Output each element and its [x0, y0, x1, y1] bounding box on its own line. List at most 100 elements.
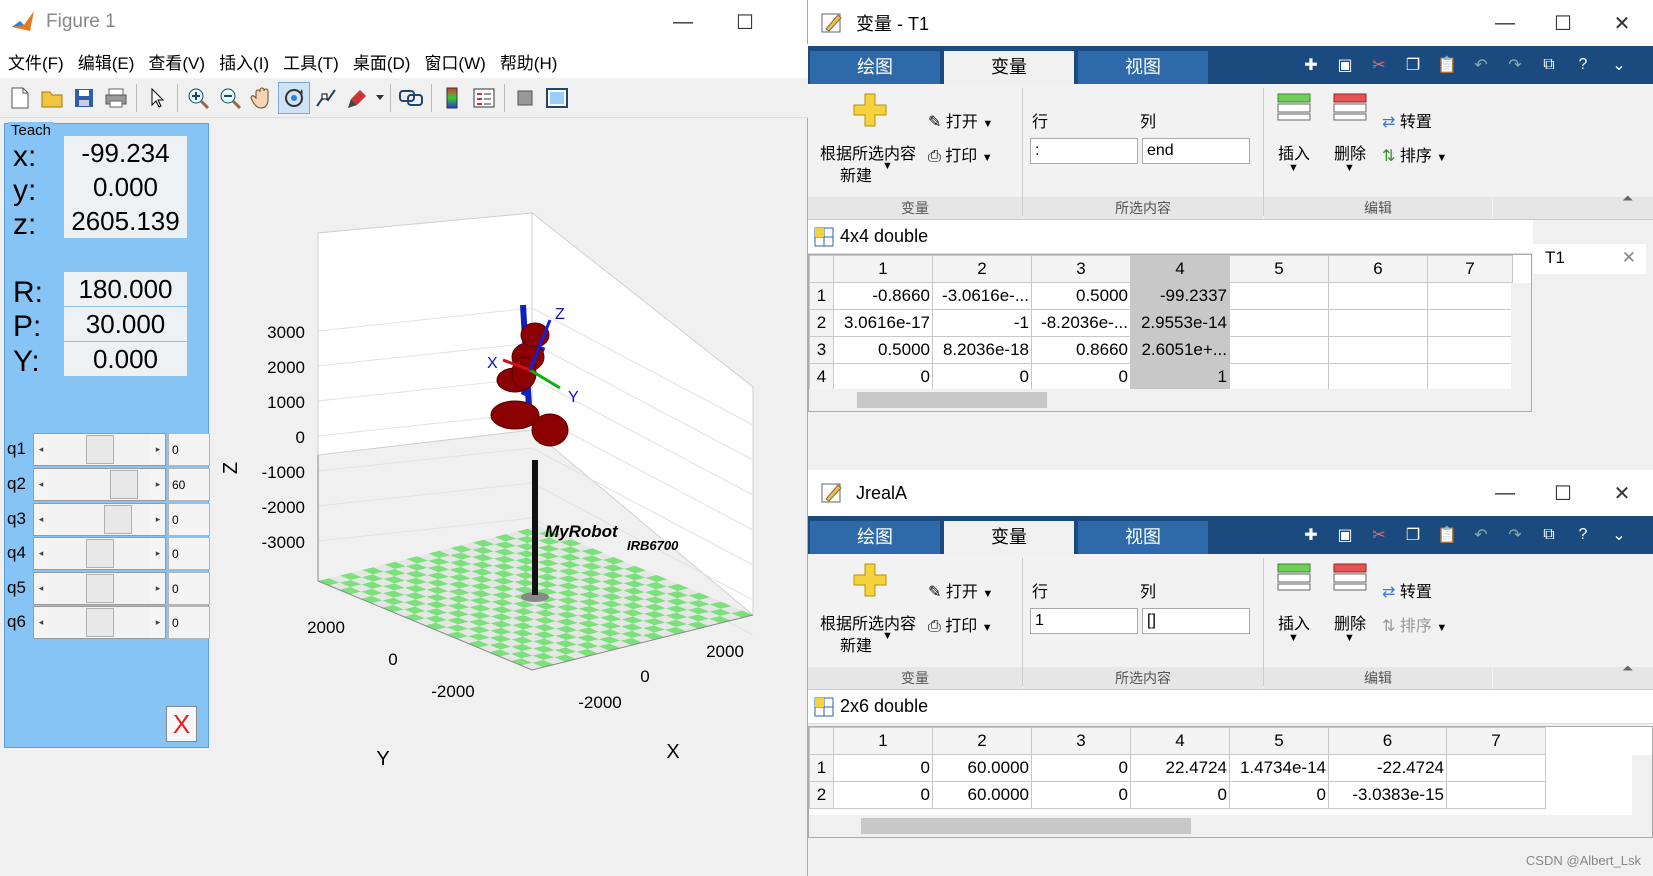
- quick-save-icon[interactable]: ▣: [1330, 50, 1360, 80]
- help-icon[interactable]: ?: [1568, 50, 1598, 80]
- grid-cell[interactable]: [1229, 363, 1329, 391]
- quick-paste-icon[interactable]: 📋: [1432, 520, 1462, 550]
- grid-corner[interactable]: [809, 255, 834, 283]
- rotate-3d-button[interactable]: [278, 81, 310, 114]
- zoom-out-button[interactable]: [214, 82, 246, 114]
- grid-cell[interactable]: 1: [1130, 363, 1230, 391]
- help-icon[interactable]: ?: [1568, 520, 1598, 550]
- edit-plot-button[interactable]: [141, 82, 173, 114]
- tab-plots[interactable]: 绘图: [810, 51, 940, 84]
- tab-view[interactable]: 视图: [1078, 521, 1208, 554]
- joint-slider-q5[interactable]: ◂ ▸: [33, 572, 166, 605]
- row-header[interactable]: 3: [809, 336, 834, 364]
- grid-cell[interactable]: 0: [932, 363, 1032, 391]
- insert-button[interactable]: 插入: [1278, 140, 1310, 164]
- save-figure-button[interactable]: [68, 82, 100, 114]
- editor1-minimize-button[interactable]: —: [1476, 0, 1534, 46]
- brush-button[interactable]: [342, 82, 374, 114]
- grid-cell[interactable]: [1229, 282, 1329, 310]
- transpose-button[interactable]: ⇄ 转置: [1382, 578, 1432, 602]
- row-header[interactable]: 1: [809, 282, 834, 310]
- scrollbar-thumb[interactable]: [861, 818, 1191, 834]
- grid-cell[interactable]: [1328, 309, 1428, 337]
- insert-colorbar-button[interactable]: [436, 82, 468, 114]
- grid-cell[interactable]: 2.9553e-14: [1130, 309, 1230, 337]
- grid-cell[interactable]: [1427, 282, 1513, 310]
- grid-cell[interactable]: 0.5000: [833, 336, 933, 364]
- maximize-button[interactable]: ☐: [720, 0, 770, 44]
- joint-slider-q2[interactable]: ◂ ▸: [33, 468, 166, 501]
- grid-cell[interactable]: -3.0616e-...: [932, 282, 1032, 310]
- open-button[interactable]: ✎ 打开 ▼: [928, 578, 993, 602]
- quick-new-icon[interactable]: ✚: [1296, 50, 1326, 80]
- grid-cell[interactable]: [1328, 282, 1428, 310]
- column-header[interactable]: 5: [1229, 255, 1329, 283]
- menu-tools[interactable]: 工具(T): [283, 49, 339, 74]
- grid-cell[interactable]: 0.5000: [1031, 282, 1131, 310]
- row-header[interactable]: 2: [809, 309, 834, 337]
- grid-cell[interactable]: -22.4724: [1328, 754, 1447, 782]
- menu-desktop[interactable]: 桌面(D): [353, 49, 411, 74]
- slider-right-arrow-icon[interactable]: ▸: [151, 434, 165, 465]
- quick-switch-windows-icon[interactable]: ⧉: [1534, 520, 1564, 550]
- quick-redo-icon[interactable]: ↷: [1500, 520, 1530, 550]
- column-header[interactable]: 2: [932, 255, 1032, 283]
- quick-save-icon[interactable]: ▣: [1330, 520, 1360, 550]
- chevron-down-icon[interactable]: ▼: [1344, 162, 1355, 174]
- column-header[interactable]: 6: [1328, 255, 1428, 283]
- grid-cell[interactable]: [1328, 363, 1428, 391]
- print-figure-button[interactable]: [100, 82, 132, 114]
- robot-3d-plot[interactable]: 3000200010000-1000-2000-3000 20000-2000 …: [215, 125, 805, 795]
- slider-right-arrow-icon[interactable]: ▸: [151, 469, 165, 500]
- editor1-maximize-button[interactable]: ☐: [1534, 0, 1592, 46]
- pan-button[interactable]: [246, 82, 278, 114]
- quick-cut-icon[interactable]: ✂: [1364, 50, 1394, 80]
- editor1-close-button[interactable]: ✕: [1593, 0, 1651, 46]
- show-plot-tools-button[interactable]: [541, 82, 573, 114]
- joint-slider-q1[interactable]: ◂ ▸: [33, 433, 166, 466]
- open-button[interactable]: ✎ 打开 ▼: [928, 108, 993, 132]
- chevron-down-icon[interactable]: ▼: [882, 630, 893, 642]
- quick-new-icon[interactable]: ✚: [1296, 520, 1326, 550]
- chevron-down-icon[interactable]: ▼: [1344, 632, 1355, 644]
- editor2-minimize-button[interactable]: —: [1476, 470, 1534, 516]
- tab-variable[interactable]: 变量: [944, 51, 1074, 86]
- grid-cell[interactable]: -1: [932, 309, 1032, 337]
- slider-right-arrow-icon[interactable]: ▸: [151, 573, 165, 604]
- grid-cell[interactable]: 0: [1130, 781, 1230, 809]
- quick-copy-icon[interactable]: ❐: [1398, 50, 1428, 80]
- joint-value-field[interactable]: 60: [168, 468, 210, 501]
- grid-cell[interactable]: -99.2337: [1130, 282, 1230, 310]
- delete-button[interactable]: 删除: [1334, 140, 1366, 164]
- joint-slider-q3[interactable]: ◂ ▸: [33, 503, 166, 536]
- new-from-selection-label[interactable]: 根据所选内容: [820, 610, 916, 634]
- grid-cell[interactable]: [1328, 336, 1428, 364]
- grid-cell[interactable]: 2.6051e+...: [1130, 336, 1230, 364]
- collapse-ribbon-icon[interactable]: ⏶: [1622, 190, 1633, 207]
- editor2-maximize-button[interactable]: ☐: [1534, 470, 1592, 516]
- slider-thumb[interactable]: [85, 539, 114, 568]
- new-button[interactable]: 新建: [840, 632, 872, 656]
- row-selection-input[interactable]: :: [1030, 138, 1138, 164]
- column-header[interactable]: 1: [833, 255, 933, 283]
- grid-cell[interactable]: 0: [833, 363, 933, 391]
- grid-cell[interactable]: -0.8660: [833, 282, 933, 310]
- grid-cell[interactable]: 0: [1031, 781, 1131, 809]
- insert-button[interactable]: 插入: [1278, 610, 1310, 634]
- menu-edit[interactable]: 编辑(E): [78, 49, 135, 74]
- grid-corner[interactable]: [809, 727, 834, 755]
- close-icon[interactable]: ✕: [1622, 248, 1636, 268]
- column-selection-input[interactable]: []: [1142, 608, 1250, 634]
- t1-doc-tab[interactable]: T1 ✕: [1533, 244, 1646, 274]
- grid-cell[interactable]: 0: [1229, 781, 1329, 809]
- collapse-ribbon-icon[interactable]: ⏶: [1622, 660, 1633, 677]
- grid-cell[interactable]: [1427, 309, 1513, 337]
- menu-view[interactable]: 查看(V): [148, 49, 205, 74]
- editor2-close-button[interactable]: ✕: [1593, 470, 1651, 516]
- joint-slider-q6[interactable]: ◂ ▸: [33, 606, 166, 639]
- slider-left-arrow-icon[interactable]: ◂: [34, 573, 48, 604]
- delete-button[interactable]: 删除: [1334, 610, 1366, 634]
- ribbon-menu-icon[interactable]: ⌄: [1604, 50, 1634, 80]
- slider-thumb[interactable]: [85, 574, 114, 603]
- grid-cell[interactable]: [1427, 336, 1513, 364]
